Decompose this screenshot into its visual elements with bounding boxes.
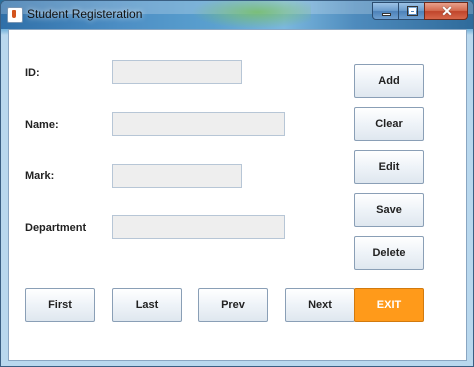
title-bar[interactable]: Student Registeration ✕ — [1, 1, 473, 29]
mark-label: Mark: — [25, 170, 55, 182]
java-app-icon — [7, 7, 23, 23]
add-button[interactable]: Add — [354, 64, 424, 98]
maximize-icon — [407, 6, 418, 16]
delete-button[interactable]: Delete — [354, 236, 424, 270]
app-window: Student Registeration ✕ ID: Name: Mark: … — [0, 0, 474, 367]
save-button[interactable]: Save — [354, 193, 424, 227]
minimize-icon — [382, 13, 391, 16]
department-field[interactable] — [112, 215, 285, 239]
close-icon: ✕ — [441, 3, 453, 19]
next-button[interactable]: Next — [285, 288, 355, 322]
department-label: Department — [25, 222, 87, 234]
window-title: Student Registeration — [27, 7, 143, 21]
edit-button[interactable]: Edit — [354, 150, 424, 184]
id-field[interactable] — [112, 60, 242, 84]
last-button[interactable]: Last — [112, 288, 182, 322]
close-button[interactable]: ✕ — [424, 2, 468, 20]
id-label: ID: — [25, 67, 40, 79]
exit-button[interactable]: EXIT — [354, 288, 424, 322]
minimize-button[interactable] — [372, 2, 399, 20]
name-label: Name: — [25, 119, 59, 131]
first-button[interactable]: First — [25, 288, 95, 322]
mark-field[interactable] — [112, 164, 242, 188]
prev-button[interactable]: Prev — [198, 288, 268, 322]
title-bar-background — [191, 1, 311, 29]
clear-button[interactable]: Clear — [354, 107, 424, 141]
form-panel: ID: Name: Mark: Department Add Clear Edi… — [8, 29, 467, 361]
name-field[interactable] — [112, 112, 285, 136]
maximize-button[interactable] — [398, 2, 425, 20]
